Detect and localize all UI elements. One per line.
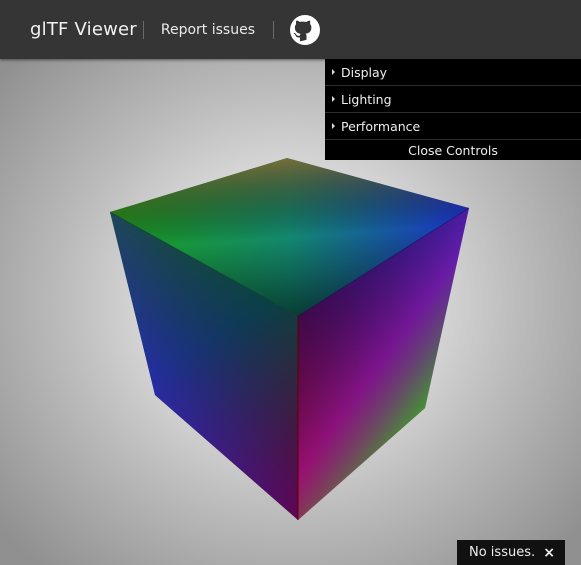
header-divider [273, 20, 275, 39]
triangle-right-icon [332, 123, 335, 129]
brand-title[interactable]: glTF Viewer [30, 19, 137, 40]
triangle-right-icon [332, 69, 335, 75]
validation-status-bar: No issues. × [457, 540, 565, 565]
folder-label: Performance [341, 118, 421, 134]
github-icon[interactable] [290, 14, 321, 45]
controls-folder-lighting[interactable]: Lighting [325, 86, 581, 113]
app-header: glTF Viewer Report issues [0, 0, 581, 59]
folder-label: Display [341, 64, 388, 80]
controls-folder-performance[interactable]: Performance [325, 113, 581, 140]
close-controls-button[interactable]: Close Controls [325, 140, 581, 160]
header-divider [142, 20, 144, 39]
triangle-right-icon [332, 96, 335, 102]
status-text: No issues. [469, 545, 536, 560]
controls-panel: Display Lighting Performance Close Contr… [325, 59, 581, 160]
folder-label: Lighting [341, 91, 392, 107]
report-issues-link[interactable]: Report issues [161, 22, 255, 38]
controls-folder-display[interactable]: Display [325, 59, 581, 86]
close-icon[interactable]: × [543, 545, 555, 561]
